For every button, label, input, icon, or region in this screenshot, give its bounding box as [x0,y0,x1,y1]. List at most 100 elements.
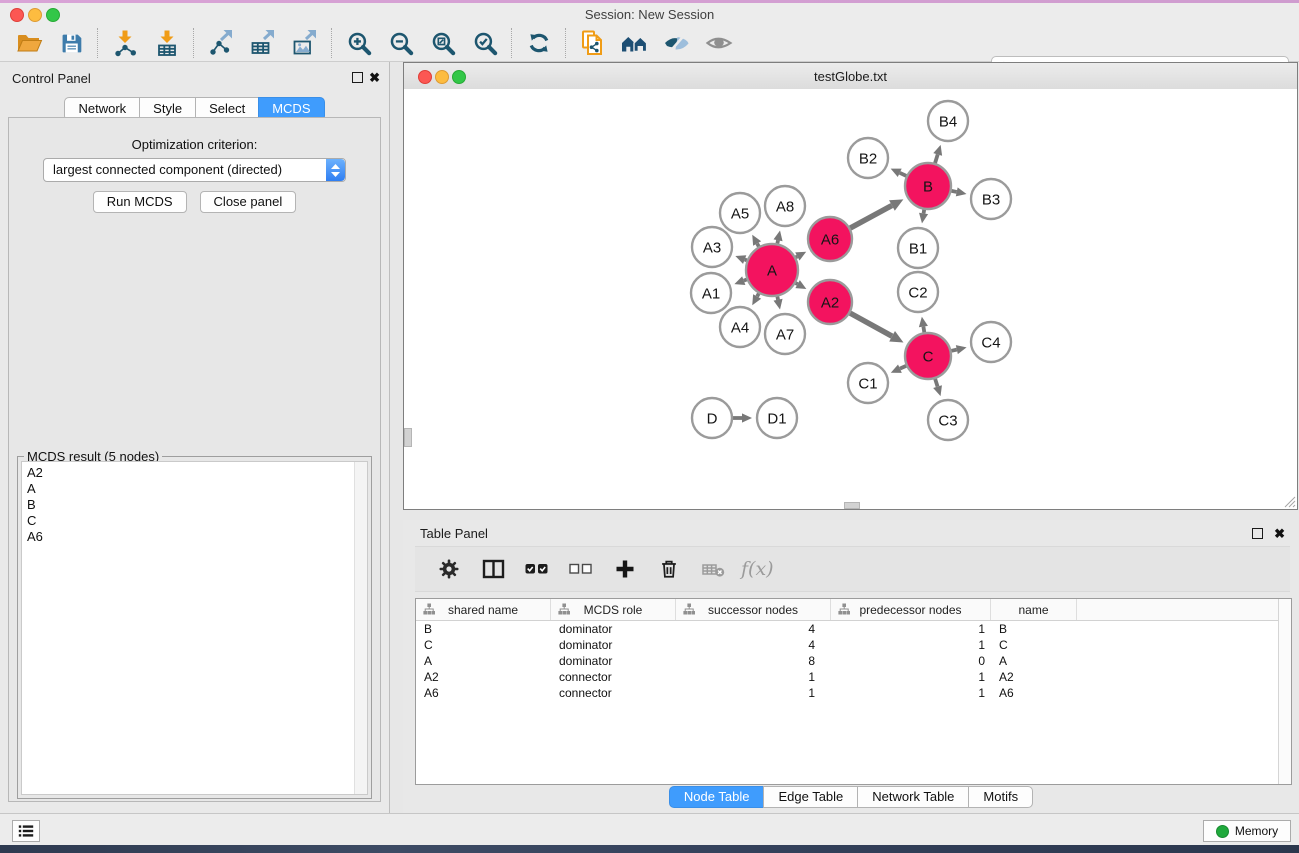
graph-node-A[interactable]: A [746,244,798,296]
table-cell[interactable]: dominator [551,622,676,636]
delete-row-icon[interactable] [651,554,687,584]
graph-edge-A-A3[interactable] [735,255,746,264]
graph-edge-B-B4[interactable] [933,145,942,163]
graph-node-B3[interactable]: B3 [971,179,1011,219]
new-network-from-selection-icon[interactable] [572,27,614,59]
tab-node-table[interactable]: Node Table [669,786,765,808]
graph-node-A5[interactable]: A5 [720,193,760,233]
float-panel-icon[interactable] [352,72,363,83]
table-cell[interactable]: 1 [831,670,991,684]
graph-edge-B-B2[interactable] [891,169,907,177]
table-row[interactable]: Cdominator41C [416,637,1291,653]
table-row[interactable]: Bdominator41B [416,621,1291,637]
network-window-titlebar[interactable]: testGlobe.txt [404,63,1297,90]
graph-edge-C-C1[interactable] [891,364,906,372]
table-cell[interactable]: 0 [831,654,991,668]
close-table-panel-icon[interactable]: ✖ [1274,527,1285,540]
graph-node-C3[interactable]: C3 [928,400,968,440]
table-cell[interactable]: 8 [676,654,831,668]
node-table[interactable]: shared nameMCDS rolesuccessor nodesprede… [415,598,1292,785]
table-cell[interactable]: 1 [676,686,831,700]
show-hidden-icon[interactable] [698,27,740,59]
settings-gear-icon[interactable] [431,554,467,584]
run-mcds-button[interactable]: Run MCDS [93,191,187,213]
mcds-result-item[interactable]: B [22,497,367,513]
graph-edge-A-A4[interactable] [752,294,761,306]
table-cell[interactable]: B [416,622,551,636]
graph-node-A7[interactable]: A7 [765,314,805,354]
horizontal-scroll-thumb[interactable] [844,502,860,509]
show-all-networks-icon[interactable] [614,27,656,59]
graph-edge-B-B1[interactable] [919,210,928,224]
table-cell[interactable]: 4 [676,638,831,652]
zoom-selected-region-icon[interactable] [464,27,506,59]
table-cell[interactable]: 1 [831,638,991,652]
mcds-result-list[interactable]: A2ABCA6 [21,461,368,795]
table-cell[interactable]: A [416,654,551,668]
table-row[interactable]: A2connector11A2 [416,669,1291,685]
zoom-fit-content-icon[interactable] [422,27,464,59]
select-all-rows-icon[interactable] [519,554,555,584]
refresh-view-icon[interactable] [518,27,560,59]
table-cell[interactable]: connector [551,670,676,684]
graph-node-D[interactable]: D [692,398,732,438]
graph-node-B2[interactable]: B2 [848,138,888,178]
table-cell[interactable]: A6 [991,686,1077,700]
table-cell[interactable]: C [416,638,551,652]
graph-node-A1[interactable]: A1 [691,273,731,313]
graph-edge-A6-B[interactable] [850,199,903,228]
table-cell[interactable]: dominator [551,654,676,668]
graph-node-C4[interactable]: C4 [971,322,1011,362]
deselect-all-rows-icon[interactable] [563,554,599,584]
zoom-out-icon[interactable] [380,27,422,59]
graph-edge-A-A8[interactable] [774,230,783,243]
resize-grip-icon[interactable] [1283,495,1296,508]
add-row-icon[interactable] [607,554,643,584]
open-session-icon[interactable] [8,27,50,59]
table-cell[interactable]: 4 [676,622,831,636]
hide-selected-icon[interactable] [656,27,698,59]
mcds-result-item[interactable]: A2 [22,462,367,481]
tab-network-table[interactable]: Network Table [857,786,969,808]
export-image-icon[interactable] [284,27,326,59]
table-cell[interactable]: C [991,638,1077,652]
show-column-icon[interactable] [475,554,511,584]
task-history-button[interactable] [12,820,40,842]
vertical-scroll-thumb[interactable] [404,428,412,447]
table-cell[interactable]: dominator [551,638,676,652]
tab-motifs[interactable]: Motifs [968,786,1033,808]
graph-edge-D-D1[interactable] [733,413,752,422]
graph-node-A6[interactable]: A6 [808,217,852,261]
network-canvas[interactable]: B4B2BB3A5A8A6B1A3AC2A1A2A4A7C4CC1C3DD1 [404,89,1297,509]
graph-node-C2[interactable]: C2 [898,272,938,312]
graph-node-B[interactable]: B [905,163,951,209]
table-cell[interactable]: 1 [831,622,991,636]
result-scrollbar[interactable] [354,462,367,794]
table-cell[interactable]: 1 [676,670,831,684]
graph-edge-C-C3[interactable] [933,379,942,396]
graph-node-D1[interactable]: D1 [757,398,797,438]
graph-edge-C-C2[interactable] [919,317,928,333]
graph-edge-B-B3[interactable] [952,187,967,196]
export-table-icon[interactable] [242,27,284,59]
import-table-from-file-icon[interactable] [146,27,188,59]
graph-node-A8[interactable]: A8 [765,186,805,226]
import-network-from-file-icon[interactable] [104,27,146,59]
table-cell[interactable]: A2 [416,670,551,684]
column-header-shared-name[interactable]: shared name [416,599,551,620]
graph-node-A2[interactable]: A2 [808,280,852,324]
graph-node-A4[interactable]: A4 [720,307,760,347]
graph-edge-C-C4[interactable] [951,345,966,354]
table-cell[interactable]: A6 [416,686,551,700]
table-cell[interactable]: connector [551,686,676,700]
column-header-mcds-role[interactable]: MCDS role [551,599,676,620]
table-cell[interactable]: A [991,654,1077,668]
graph-node-A3[interactable]: A3 [692,227,732,267]
column-header-predecessor-nodes[interactable]: predecessor nodes [831,599,991,620]
graph-edge-A-A1[interactable] [734,276,746,285]
graph-node-C[interactable]: C [905,333,951,379]
graph-edge-A-A7[interactable] [774,296,783,309]
table-cell[interactable]: 1 [831,686,991,700]
float-table-panel-icon[interactable] [1252,528,1263,539]
graph-edge-A-A5[interactable] [752,235,761,247]
